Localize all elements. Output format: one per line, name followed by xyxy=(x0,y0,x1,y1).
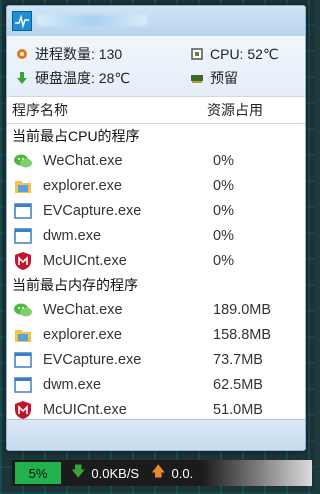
process-name: EVCapture.exe xyxy=(43,351,142,368)
upload-arrow-icon: 🡅 xyxy=(151,463,166,479)
process-usage-value: 0% xyxy=(213,152,234,169)
column-usage-header[interactable]: 资源占用 xyxy=(207,100,263,120)
process-name: explorer.exe xyxy=(43,177,122,194)
folder-icon xyxy=(13,325,33,345)
monitor-app-icon xyxy=(12,11,32,31)
memory-section-title: 当前最占内存的程序 xyxy=(12,277,138,293)
cpu-icon xyxy=(190,47,204,61)
window-icon xyxy=(13,350,33,370)
window-icon xyxy=(13,201,33,221)
cpu-process-row[interactable]: McUICnt.exe 0% xyxy=(7,248,305,273)
process-usage-value: 158.8MB xyxy=(213,326,272,343)
process-usage-value: 189.0MB xyxy=(213,301,272,318)
process-name: EVCapture.exe xyxy=(43,202,142,219)
process-name: dwm.exe xyxy=(43,227,102,244)
cpu-temp-stat: CPU: 52℃ xyxy=(190,44,279,64)
disk-temp-label: 硬盘温度: 28℃ xyxy=(35,70,131,86)
download-arrow-icon: 🡇 xyxy=(71,463,86,479)
cpu-process-row[interactable]: dwm.exe 0% xyxy=(7,223,305,248)
gear-icon xyxy=(15,47,29,61)
window-icon xyxy=(13,226,33,246)
memory-process-row[interactable]: WeChat.exe 189.0MB xyxy=(7,297,305,322)
window-title-blurred xyxy=(37,15,147,26)
overlay-fade xyxy=(202,460,312,486)
process-usage-value: 0% xyxy=(213,177,234,194)
window-icon xyxy=(13,375,33,395)
process-usage-value: 0% xyxy=(213,227,234,244)
upload-speed: 0.0. xyxy=(171,465,194,481)
process-name: McUICnt.exe xyxy=(43,401,127,418)
cpu-process-row[interactable]: EVCapture.exe 0% xyxy=(7,198,305,223)
title-bar[interactable] xyxy=(7,6,305,36)
column-header: 程序名称 资源占用 xyxy=(7,97,305,124)
down-arrow-icon xyxy=(15,71,29,85)
process-name: WeChat.exe xyxy=(43,301,123,318)
cpu-process-row[interactable]: WeChat.exe 0% xyxy=(7,148,305,173)
process-count-label: 进程数量: 130 xyxy=(35,46,123,62)
panel-footer xyxy=(7,419,305,450)
column-name-header[interactable]: 程序名称 xyxy=(12,100,207,120)
process-usage-value: 51.0MB xyxy=(213,401,263,418)
mcafee-icon xyxy=(13,400,33,420)
process-name: explorer.exe xyxy=(43,326,122,343)
reserved-label: 预留 xyxy=(210,70,238,86)
cpu-section-title: 当前最占CPU的程序 xyxy=(12,128,140,144)
process-usage-value: 73.7MB xyxy=(213,351,263,368)
process-name: McUICnt.exe xyxy=(43,252,127,269)
download-speed: 0.0KB/S xyxy=(91,465,140,481)
process-usage-value: 0% xyxy=(213,252,234,269)
process-usage-value: 62.5MB xyxy=(213,376,263,393)
folder-icon xyxy=(13,176,33,196)
memory-process-row[interactable]: dwm.exe 62.5MB xyxy=(7,372,305,397)
disk-temp-stat: 硬盘温度: 28℃ xyxy=(15,68,130,88)
process-name: dwm.exe xyxy=(43,376,102,393)
wechat-icon xyxy=(13,151,33,171)
process-name: WeChat.exe xyxy=(43,152,123,169)
memory-process-row[interactable]: EVCapture.exe 73.7MB xyxy=(7,347,305,372)
memory-process-list: WeChat.exe 189.0MB explorer.exe 158.8MB EVCa… xyxy=(7,297,305,422)
process-count-stat: 进程数量: 130 xyxy=(15,44,122,64)
memory-process-row[interactable]: explorer.exe 158.8MB xyxy=(7,322,305,347)
resource-monitor-panel: 进程数量: 130 CPU: 52℃ 硬盘温度: 28℃ 预留 程序名称 资源占… xyxy=(6,5,306,451)
taskbar-monitor[interactable]: 5% 🡇 0.0KB/S 🡅 0.0. xyxy=(12,460,312,486)
cpu-process-list: WeChat.exe 0% explorer.exe 0% EVCapture.exe 0… xyxy=(7,148,305,273)
reserved-stat: 预留 xyxy=(190,68,238,88)
memory-chip-icon xyxy=(190,71,204,85)
mcafee-icon xyxy=(13,251,33,271)
process-usage-value: 0% xyxy=(213,202,234,219)
wechat-icon xyxy=(13,300,33,320)
cpu-usage-badge: 5% xyxy=(15,462,61,484)
cpu-temp-label: CPU: 52℃ xyxy=(210,45,279,62)
cpu-process-row[interactable]: explorer.exe 0% xyxy=(7,173,305,198)
stats-area: 进程数量: 130 CPU: 52℃ 硬盘温度: 28℃ 预留 xyxy=(7,36,305,97)
